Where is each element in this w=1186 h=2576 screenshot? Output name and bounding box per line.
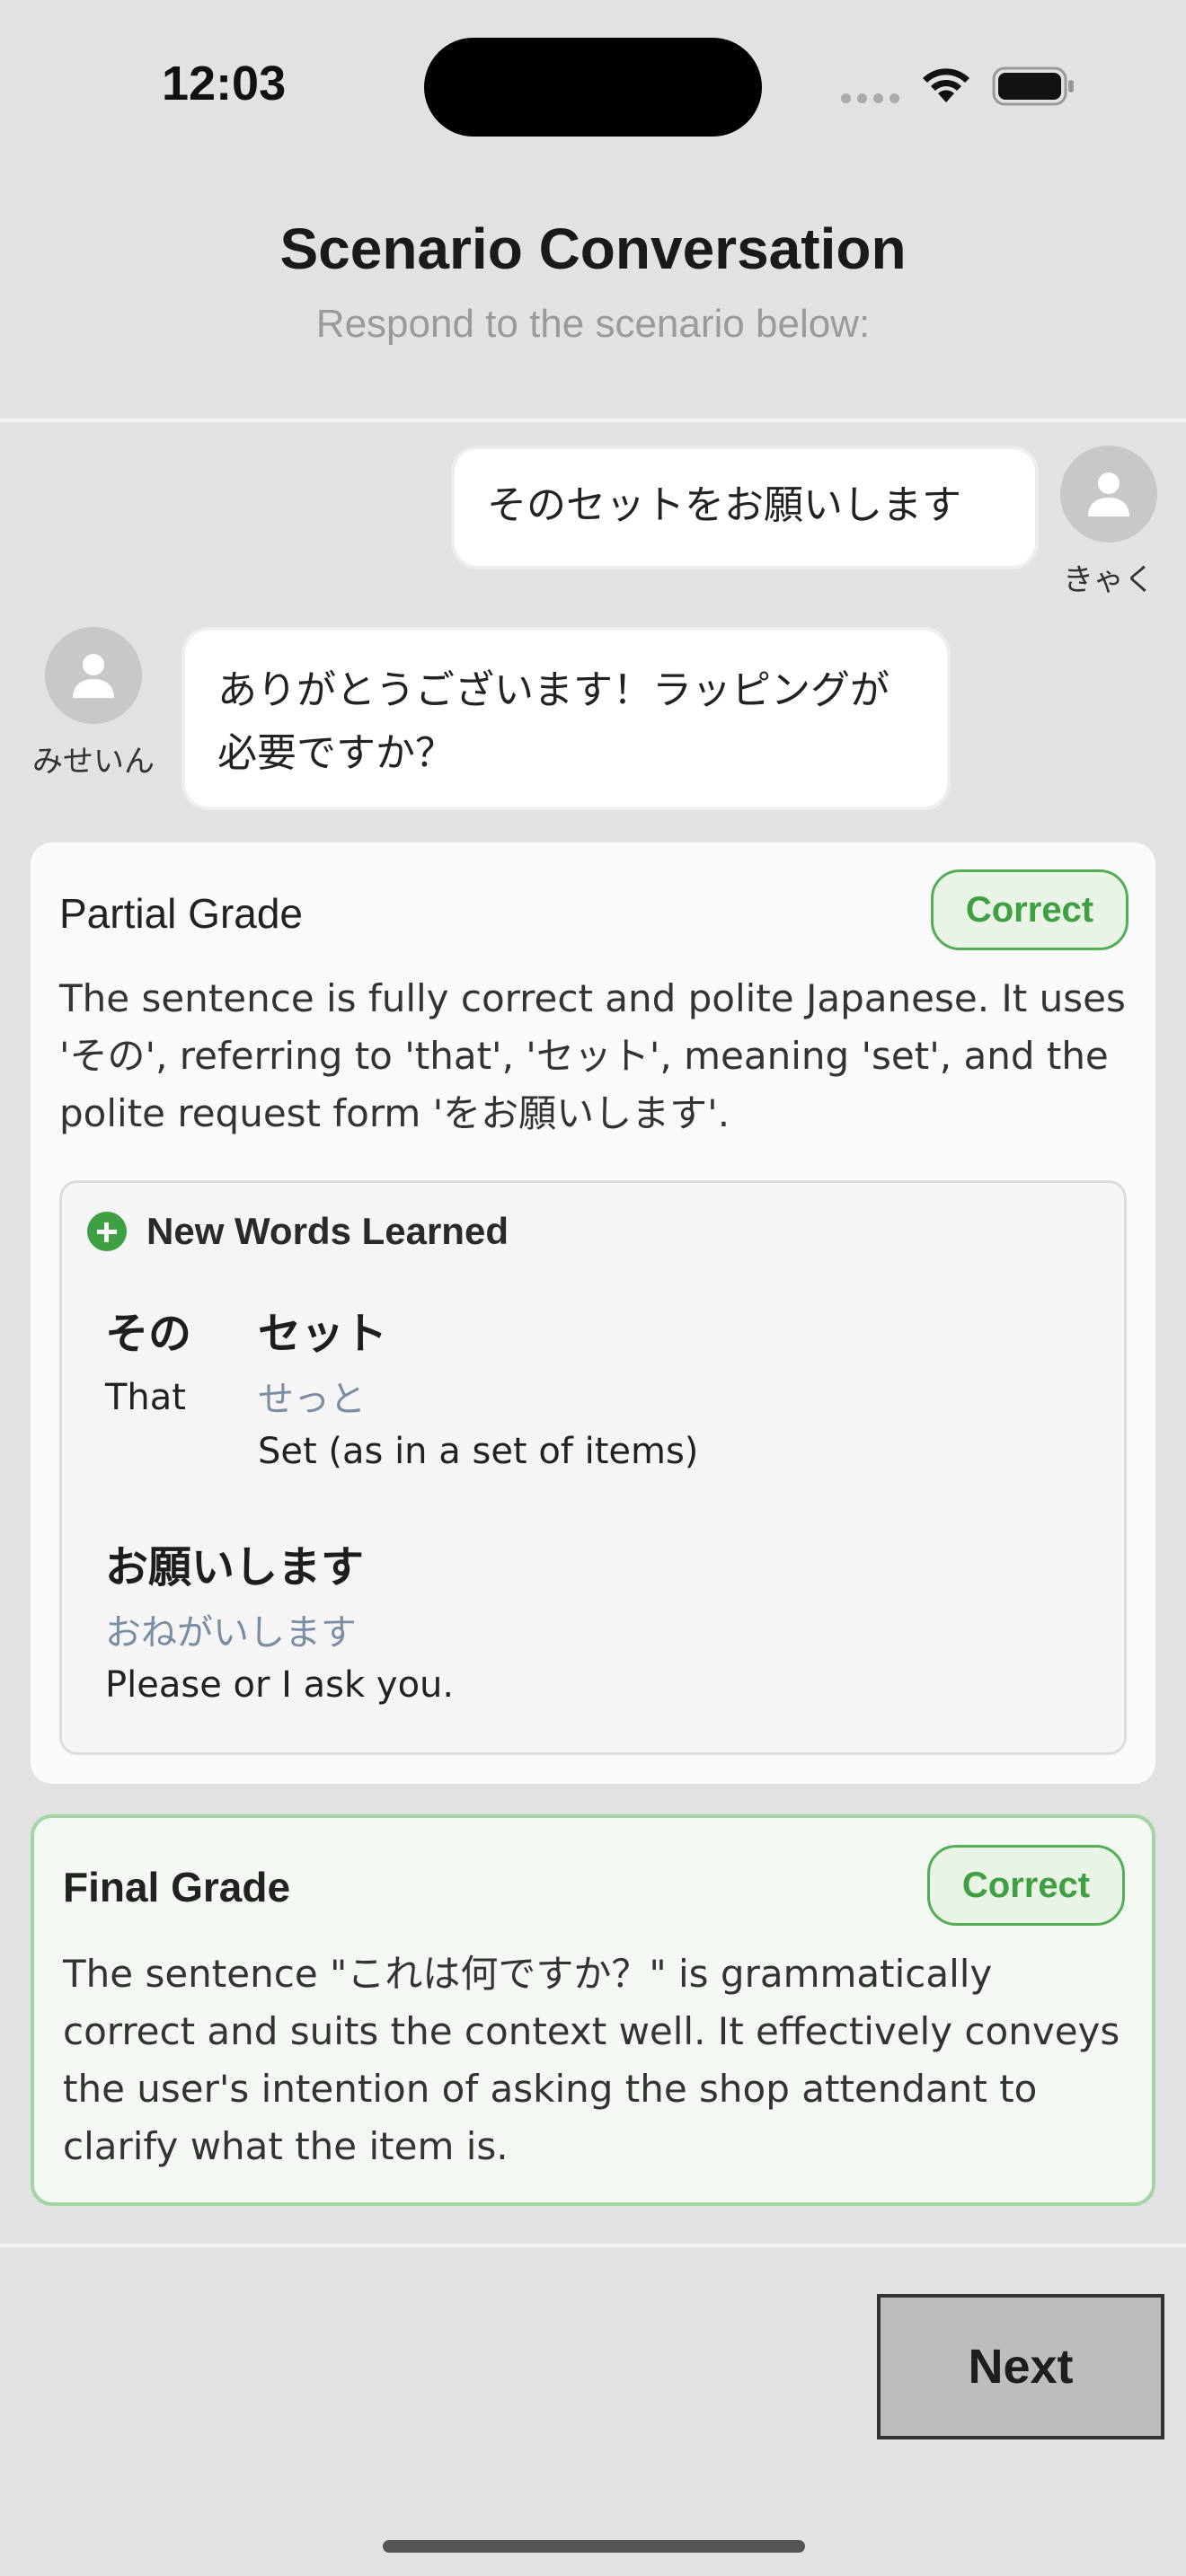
- dynamic-island: [424, 38, 762, 137]
- word-reading: おねがいします: [105, 1612, 357, 1654]
- plus-circle-icon: [87, 1212, 127, 1251]
- final-grade-title: Final Grade: [63, 1864, 291, 1910]
- partial-grade-badge: Correct: [931, 869, 1128, 950]
- new-words-title: New Words Learned: [146, 1210, 509, 1252]
- message-text: そのセットをお願いします: [487, 482, 961, 528]
- partial-grade-card: Partial Grade Correct The sentence is fu…: [31, 842, 1155, 1784]
- speaker-label-shop-attendant: みせいん: [32, 744, 155, 780]
- word-text: その: [105, 1309, 192, 1359]
- person-icon: [1088, 472, 1129, 516]
- new-words-box: New Words Learned その That セット せっと Set (a…: [59, 1180, 1127, 1755]
- word-entry: セット せっと Set (as in a set of items): [258, 1298, 698, 1472]
- avatar-shop-attendant: [45, 627, 142, 724]
- partial-grade-text: The sentence is fully correct and polite…: [59, 976, 1126, 1135]
- person-icon: [73, 654, 114, 698]
- wifi-icon: [923, 68, 969, 102]
- message-text: ありがとうございます！ラッピングが必要ですか？: [217, 667, 890, 776]
- word-meaning: Please or I ask you.: [105, 1664, 455, 1706]
- message-bubble-shop-attendant: ありがとうございます！ラッピングが必要ですか？: [181, 627, 951, 810]
- final-grade-card: Final Grade Correct The sentence "これは何です…: [31, 1814, 1155, 2206]
- battery-icon: [992, 66, 1074, 106]
- word-entry: その That: [105, 1298, 191, 1418]
- page-title: Scenario Conversation: [279, 216, 907, 281]
- final-grade-badge: Correct: [927, 1845, 1125, 1926]
- word-meaning: That: [105, 1377, 186, 1418]
- status-time: 12:03: [162, 57, 287, 110]
- partial-grade-title: Partial Grade: [59, 890, 304, 937]
- word-text: セット: [258, 1309, 388, 1359]
- speaker-label-customer: きゃく: [1063, 562, 1155, 598]
- avatar-customer: [1060, 446, 1157, 543]
- next-button[interactable]: Next: [877, 2294, 1164, 2439]
- message-bubble-customer: そのセットをお願いします: [451, 446, 1039, 569]
- word-reading: せっと: [258, 1379, 366, 1420]
- word-meaning: Set (as in a set of items): [258, 1431, 699, 1472]
- page-header: Scenario Conversation Respond to the sce…: [0, 216, 1186, 347]
- header-divider: [0, 419, 1186, 422]
- new-words-header: New Words Learned: [87, 1210, 509, 1253]
- word-entry: お願いします おねがいします Please or I ask you.: [105, 1531, 454, 1706]
- cellular-dots-icon: [841, 93, 899, 103]
- final-grade-text: The sentence "これは何ですか？" is grammatically…: [63, 1952, 1120, 2168]
- status-bar: 12:03: [0, 0, 1186, 180]
- home-indicator[interactable]: [383, 2540, 805, 2553]
- page-subtitle: Respond to the scenario below:: [315, 302, 871, 346]
- word-text: お願いします: [105, 1542, 365, 1592]
